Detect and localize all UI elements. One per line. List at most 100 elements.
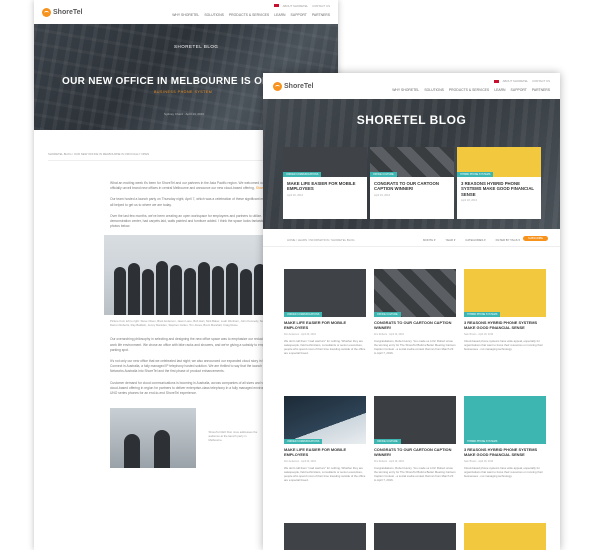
post-image: HYBRID PHONE SYSTEMS <box>464 269 546 317</box>
category-tag[interactable]: OFFICE CULTURE <box>374 439 401 444</box>
featured-post-title[interactable]: CONGRATS TO OUR CARTOON CAPTION WINNER! <box>374 181 450 192</box>
post-card[interactable]: UNIFIED COMMUNICATIONS MAKE LIFE EASIER … <box>284 269 366 355</box>
post-byline: Don Anderson · April 20, 2016 <box>284 459 316 463</box>
post-image <box>464 523 546 550</box>
category-tag[interactable]: HYBRID PHONE SYSTEMS <box>457 172 494 177</box>
post-title[interactable]: CONGRATS TO OUR CARTOON CAPTION WINNER! <box>374 447 456 458</box>
article-category[interactable]: BUSINESS PHONE SYSTEM <box>154 90 212 94</box>
ceo-photo <box>110 408 196 469</box>
logo-text: ShoreTel <box>284 82 314 90</box>
post-byline: Kim Roberts · April 19, 2016 <box>374 332 404 336</box>
main-nav: WHY SHORETEL SOLUTIONS PRODUCTS & SERVIC… <box>172 13 330 17</box>
featured-post-date: April 20, 2016 <box>287 193 304 197</box>
nav-learn[interactable]: LEARN <box>274 13 285 17</box>
photo-caption: ShoreTel CEO Don Joos addresses the audi… <box>208 430 258 443</box>
post-card[interactable]: HYBRID PHONE SYSTEMS 3 REASONS HYBRID PH… <box>464 396 546 478</box>
category-tag[interactable]: UNIFIED COMMUNICATIONS <box>284 312 323 317</box>
post-card[interactable]: OFFICE CULTURE CONGRATS TO OUR CARTOON C… <box>374 269 456 355</box>
blog-hero: SHORETEL BLOG UNIFIED COMMUNICATIONS MAK… <box>263 99 560 229</box>
filter-tags[interactable]: FILTER BY TAGS ▾ <box>496 238 520 242</box>
post-image <box>374 523 456 550</box>
shoretel-logo[interactable]: ShoreTel <box>273 81 314 91</box>
post-image: HYBRID PHONE SYSTEMS <box>464 396 546 444</box>
post-card[interactable] <box>284 523 366 550</box>
utility-link-about[interactable]: ABOUT SHORETEL <box>283 4 308 8</box>
post-excerpt: We don't call them "road warriors" for n… <box>284 465 366 482</box>
filter-categories[interactable]: CATEGORIES ▾ <box>465 238 485 242</box>
post-card[interactable]: OFFICE CULTURE CONGRATS TO OUR CARTOON C… <box>374 396 456 482</box>
nav-solutions[interactable]: SOLUTIONS <box>424 88 444 92</box>
post-card[interactable] <box>374 523 456 550</box>
post-byline: Sam Brown · April 18, 2016 <box>464 459 494 463</box>
nav-products[interactable]: PRODUCTS & SERVICES <box>229 13 269 17</box>
category-tag[interactable]: OFFICE CULTURE <box>370 172 397 177</box>
nav-support[interactable]: SUPPORT <box>511 88 527 92</box>
site-header: ShoreTel ABOUT SHORETEL CONTACT US WHY S… <box>34 0 338 24</box>
photo-caption: Picture from left to right: Steve Olsen,… <box>110 319 277 328</box>
flag-icon[interactable] <box>493 79 499 83</box>
nav-products[interactable]: PRODUCTS & SERVICES <box>449 88 489 92</box>
category-tag[interactable]: UNIFIED COMMUNICATIONS <box>283 172 322 177</box>
breadcrumb[interactable]: HOME / LEARN / INFORMATION / SHORETEL BL… <box>287 238 355 242</box>
blog-listing-page: ShoreTel ABOUT SHORETEL CONTACT US WHY S… <box>263 73 560 550</box>
subscribe-button[interactable]: SUBSCRIBE <box>523 236 548 241</box>
post-excerpt: We don't call them "road warriors" for n… <box>284 338 366 355</box>
hero-label: SHORETEL BLOG <box>174 44 219 49</box>
post-byline: Sam Brown · April 18, 2016 <box>464 332 494 336</box>
nav-solutions[interactable]: SOLUTIONS <box>204 13 224 17</box>
post-image <box>284 523 366 550</box>
featured-post-title[interactable]: MAKE LIFE EASIER FOR MOBILE EMPLOYEES <box>287 181 363 192</box>
utility-link-contact[interactable]: CONTACT US <box>312 4 330 8</box>
post-image: OFFICE CULTURE <box>374 396 456 444</box>
post-card[interactable]: HYBRID PHONE SYSTEMS 3 REASONS HYBRID PH… <box>464 269 546 351</box>
shoretel-logo[interactable]: ShoreTel <box>42 7 83 17</box>
logo-text: ShoreTel <box>53 8 83 16</box>
post-title[interactable]: MAKE LIFE EASIER FOR MOBILE EMPLOYEES <box>284 447 366 458</box>
nav-learn[interactable]: LEARN <box>494 88 505 92</box>
flag-icon[interactable] <box>273 4 279 7</box>
post-card[interactable] <box>464 523 546 550</box>
utility-link-contact[interactable]: CONTACT US <box>532 79 550 83</box>
post-image: UNIFIED COMMUNICATIONS <box>284 396 366 444</box>
shoretel-logo-icon <box>42 7 51 17</box>
featured-post-image: OFFICE CULTURE <box>370 147 454 177</box>
category-tag[interactable]: HYBRID PHONE SYSTEMS <box>464 312 501 317</box>
post-card[interactable]: UNIFIED COMMUNICATIONS MAKE LIFE EASIER … <box>284 396 366 482</box>
filter-year[interactable]: YEAR ▾ <box>445 238 455 242</box>
utility-link-about[interactable]: ABOUT SHORETEL <box>503 79 528 83</box>
nav-why[interactable]: WHY SHORETEL <box>172 13 199 17</box>
filter-dropdowns: MONTH ▾ YEAR ▾ CATEGORIES ▾ FILTER BY TA… <box>423 238 520 242</box>
post-excerpt: Cloud-based phone systems have wide appe… <box>464 338 543 351</box>
featured-post-date: April 18, 2016 <box>461 199 478 203</box>
post-title[interactable]: MAKE LIFE EASIER FOR MOBILE EMPLOYEES <box>284 320 366 331</box>
nav-partners[interactable]: PARTNERS <box>312 13 330 17</box>
article-meta: Sydney Chard · April 14, 2016 <box>164 112 205 116</box>
blog-title: SHORETEL BLOG <box>356 113 467 127</box>
filter-month[interactable]: MONTH ▾ <box>423 238 435 242</box>
featured-post-title[interactable]: 3 REASONS HYBRID PHONE SYSTEMS MAKE GOOD… <box>461 181 537 197</box>
post-title[interactable]: 3 REASONS HYBRID PHONE SYSTEMS MAKE GOOD… <box>464 447 546 458</box>
category-tag[interactable]: HYBRID PHONE SYSTEMS <box>464 439 501 444</box>
post-excerpt: Cloud-based phone systems have wide appe… <box>464 465 543 478</box>
featured-post-image: UNIFIED COMMUNICATIONS <box>283 147 367 177</box>
category-tag[interactable]: OFFICE CULTURE <box>374 312 401 317</box>
nav-why[interactable]: WHY SHORETEL <box>392 88 419 92</box>
post-byline: Don Anderson · April 20, 2016 <box>284 332 316 336</box>
site-header: ShoreTel ABOUT SHORETEL CONTACT US WHY S… <box>263 73 560 99</box>
nav-support[interactable]: SUPPORT <box>291 13 307 17</box>
category-tag[interactable]: UNIFIED COMMUNICATIONS <box>284 439 323 444</box>
post-byline: Kim Roberts · April 19, 2016 <box>374 459 404 463</box>
nav-partners[interactable]: PARTNERS <box>532 88 550 92</box>
shoretel-logo-icon <box>273 81 282 91</box>
post-title[interactable]: CONGRATS TO OUR CARTOON CAPTION WINNER! <box>374 320 456 331</box>
featured-post-image: HYBRID PHONE SYSTEMS <box>457 147 541 177</box>
filter-bar: HOME / LEARN / INFORMATION / SHORETEL BL… <box>263 233 560 247</box>
post-image: UNIFIED COMMUNICATIONS <box>284 269 366 317</box>
featured-post-date: April 19, 2016 <box>374 193 391 197</box>
utility-nav: ABOUT SHORETEL CONTACT US <box>493 79 550 83</box>
featured-post-card[interactable]: UNIFIED COMMUNICATIONS MAKE LIFE EASIER … <box>283 147 367 219</box>
post-title[interactable]: 3 REASONS HYBRID PHONE SYSTEMS MAKE GOOD… <box>464 320 546 331</box>
featured-post-card[interactable]: HYBRID PHONE SYSTEMS 3 REASONS HYBRID PH… <box>457 147 541 219</box>
post-excerpt: Congratulations, Robert Henry. You made … <box>374 338 456 355</box>
featured-post-card[interactable]: OFFICE CULTURE CONGRATS TO OUR CARTOON C… <box>370 147 454 219</box>
